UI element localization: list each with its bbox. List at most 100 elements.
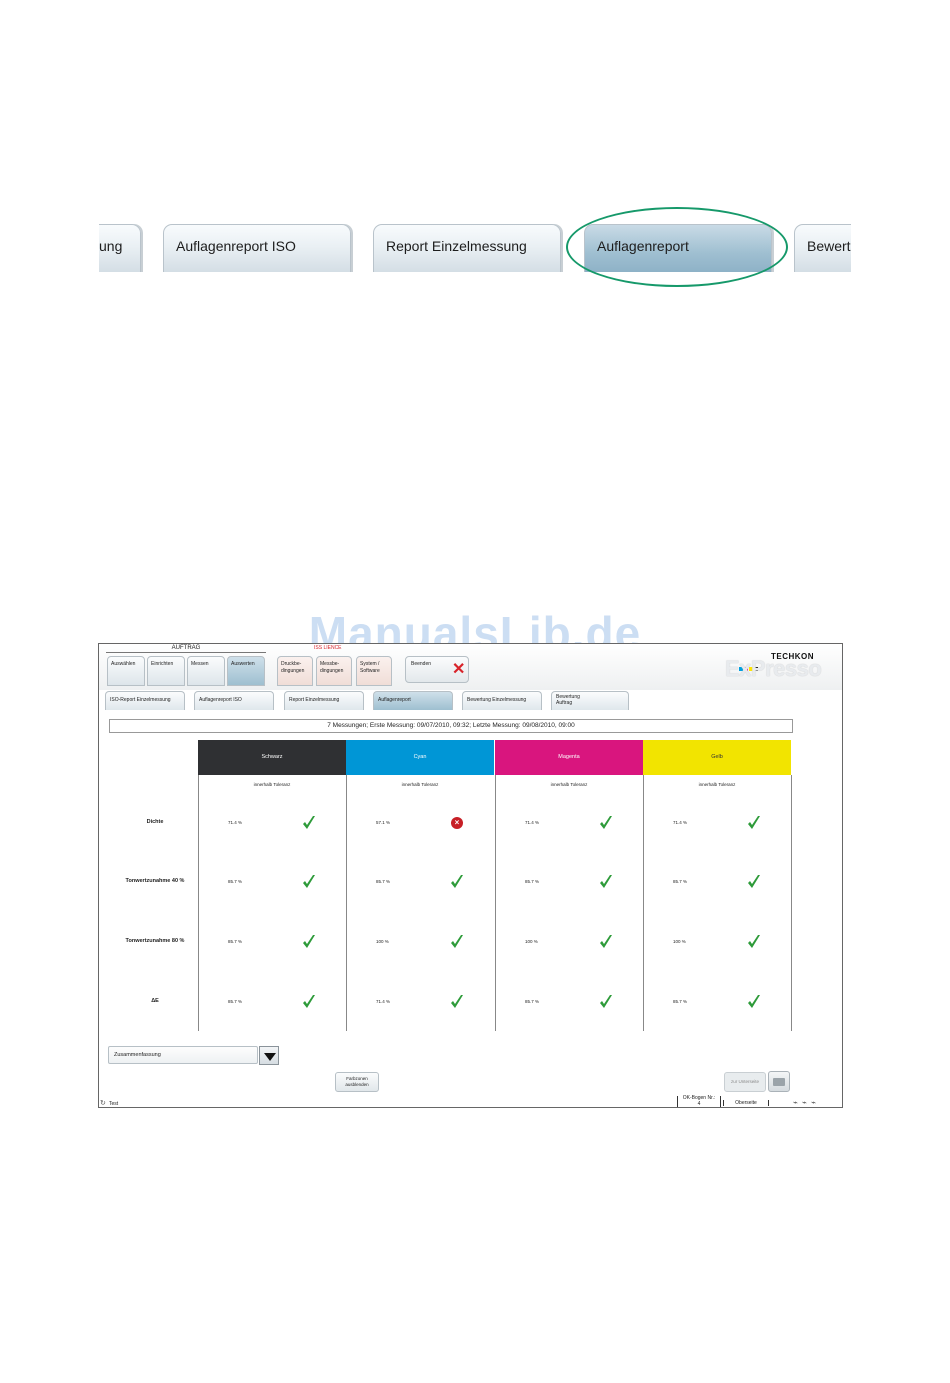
- menu-label: Einrichten: [151, 661, 174, 667]
- percentage-value: 71.4 %: [376, 999, 391, 1004]
- checkmark-shape: [600, 935, 612, 948]
- exit-label: Beenden: [411, 661, 432, 667]
- tab-einzelmessung-partial[interactable]: sung: [99, 224, 141, 272]
- tab-label: Auflagenreport ISO: [199, 697, 242, 703]
- printer-icon: [773, 1078, 785, 1086]
- percentage-value: 100 %: [673, 939, 686, 944]
- tab-label: Bewert: [807, 238, 851, 254]
- tolerance-label: innerhalb Toleranz: [253, 782, 291, 787]
- percentage-value: 85.7 %: [228, 879, 243, 884]
- tab-bewertung-auftrag[interactable]: Bewertung Auftrag: [551, 691, 629, 710]
- top-menu-bar: AUFTRAG Auswählen Einrichten Messen Ausw…: [99, 644, 842, 690]
- tab-label: Auflagenreport ISO: [176, 238, 296, 254]
- row-label: Tonwertzunahme 80 %: [125, 938, 185, 944]
- button-label: Farbzonen ausblenden: [345, 1076, 369, 1087]
- checkmark-icon: [748, 816, 760, 829]
- measurement-summary: 7 Messungen; Erste Messung: 09/07/2010, …: [109, 719, 793, 733]
- checkmark-icon: [303, 816, 315, 829]
- tab-auflagenreport[interactable]: Auflagenreport: [373, 691, 453, 710]
- percentage-value: 71.4 %: [673, 820, 688, 825]
- tab-label: Auflagenreport: [378, 697, 411, 703]
- chevron-down-icon: [264, 1053, 276, 1061]
- tab-auflagenreport-iso[interactable]: Auflagenreport ISO: [194, 691, 274, 710]
- view-select[interactable]: Zusammenfassung: [108, 1046, 258, 1064]
- tab-report-einzelmessung[interactable]: Report Einzelmessung: [284, 691, 364, 710]
- percentage-value: 85.7 %: [228, 999, 243, 1004]
- menu-system-software[interactable]: System / Software: [356, 656, 392, 686]
- hide-color-zones-button[interactable]: Farbzonen ausblenden: [335, 1072, 379, 1092]
- checkmark-shape: [600, 875, 612, 888]
- column-body: [198, 775, 346, 1031]
- menu-auswerten[interactable]: Auswerten: [227, 656, 265, 686]
- tab-auflagenreport-iso[interactable]: Auflagenreport ISO: [163, 224, 351, 272]
- checkmark-icon: [451, 875, 463, 888]
- percentage-value: 100 %: [525, 939, 538, 944]
- print-button[interactable]: [768, 1071, 790, 1092]
- column-body: [643, 775, 792, 1031]
- menu-einrichten[interactable]: Einrichten: [147, 656, 185, 686]
- percentage-value: 57.1 %: [376, 820, 391, 825]
- tab-bewertung-partial[interactable]: Bewert: [794, 224, 851, 272]
- tab-label: Report Einzelmessung: [289, 697, 340, 703]
- percentage-value: 85.7 %: [673, 999, 688, 1004]
- percentage-value: 85.7 %: [525, 999, 540, 1004]
- tab-bewertung-einzelmessung[interactable]: Bewertung Einzelmessung: [462, 691, 542, 710]
- checkmark-icon: [303, 935, 315, 948]
- checkmark-icon: [600, 935, 612, 948]
- to-underside-button[interactable]: zur Unterseite: [724, 1072, 766, 1092]
- column-body: [495, 775, 643, 1031]
- checkmark-shape: [748, 935, 760, 948]
- checkmark-icon: [748, 995, 760, 1008]
- tolerance-label: innerhalb Toleranz: [550, 782, 588, 787]
- menu-messbedingungen[interactable]: Messbe- dingungen: [316, 656, 352, 686]
- tab-report-einzelmessung[interactable]: Report Einzelmessung: [373, 224, 561, 272]
- tab-label: Bewertung Einzelmessung: [467, 697, 527, 703]
- checkmark-shape: [748, 875, 760, 888]
- status-bar: ↻ Test OK-Bogen Nr.: 4 Oberseite ⌁ ⌁ ⌁: [99, 1095, 842, 1107]
- menu-druckbedingungen[interactable]: Druckbe- dingungen: [277, 656, 313, 686]
- checkmark-icon: [303, 875, 315, 888]
- side-indicator: Oberseite: [723, 1100, 769, 1106]
- row-label: Tonwertzunahme 40 %: [125, 878, 185, 884]
- checkmark-shape: [451, 995, 463, 1008]
- dropdown-button[interactable]: [259, 1046, 279, 1065]
- report-tab-row: ISO-Report Einzelmessung Auflagenreport …: [99, 690, 842, 710]
- percentage-value: 85.7 %: [228, 939, 243, 944]
- status-text: Test: [109, 1101, 119, 1107]
- percentage-value: 71.4 %: [228, 820, 243, 825]
- checkmark-shape: [451, 935, 463, 948]
- exit-button[interactable]: Beenden ✕: [405, 656, 469, 683]
- menu-label: System / Software: [360, 661, 380, 674]
- checkmark-shape: [303, 875, 315, 888]
- percentage-value: 85.7 %: [673, 879, 688, 884]
- checkmark-icon: [600, 875, 612, 888]
- menu-label: Auswählen: [111, 661, 136, 667]
- error-icon: ×: [451, 817, 463, 829]
- checkmark-shape: [600, 995, 612, 1008]
- checkmark-shape: [748, 816, 760, 829]
- tab-iso-report-einzelmessung[interactable]: ISO-Report Einzelmessung: [105, 691, 185, 710]
- menu-label: Messen: [191, 661, 209, 667]
- app-window: AUFTRAG Auswählen Einrichten Messen Ausw…: [98, 643, 843, 1108]
- ok-sheet-value: 4: [697, 1100, 701, 1107]
- menu-label: Druckbe- dingungen: [281, 661, 305, 674]
- close-icon: ✕: [452, 661, 466, 678]
- logo-brand: TECHKON: [771, 652, 815, 661]
- group-title: AUFTRAG: [106, 645, 266, 653]
- checkmark-shape: [600, 816, 612, 829]
- tolerance-label: innerhalb Toleranz: [401, 782, 439, 787]
- menu-auswaehlen[interactable]: Auswählen: [107, 656, 145, 686]
- percentage-value: 71.4 %: [525, 820, 540, 825]
- checkmark-shape: [303, 816, 315, 829]
- checkmark-icon: [600, 816, 612, 829]
- percentage-value: 85.7 %: [376, 879, 391, 884]
- checkmark-icon: [600, 995, 612, 1008]
- row-label: ΔE: [151, 998, 159, 1004]
- checkmark-shape: [451, 875, 463, 888]
- menu-label: Messbe- dingungen: [320, 661, 344, 674]
- refresh-icon: ↻: [100, 1100, 106, 1107]
- menu-messen[interactable]: Messen: [187, 656, 225, 686]
- checkmark-icon: [748, 935, 760, 948]
- tab-label: ISO-Report Einzelmessung: [110, 697, 171, 703]
- checkmark-shape: [748, 995, 760, 1008]
